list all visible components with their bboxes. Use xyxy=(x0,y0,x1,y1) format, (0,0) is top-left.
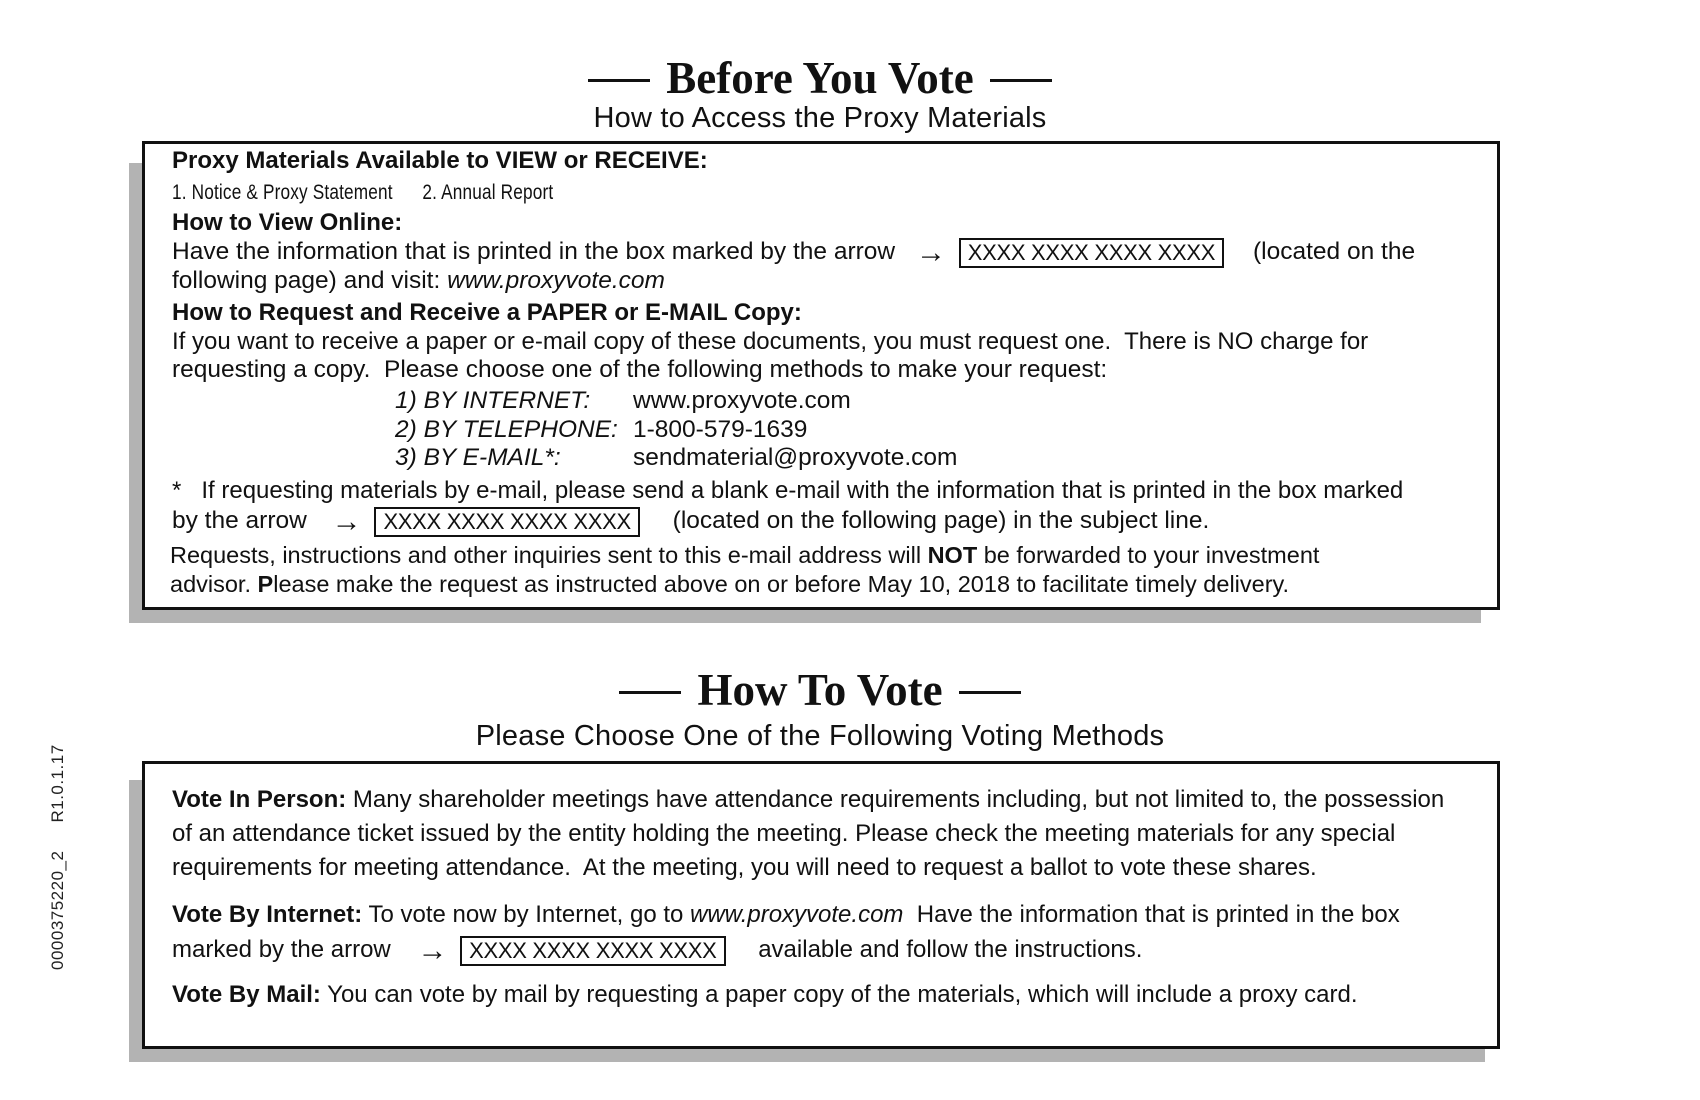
requests-notice-2: advisor. Please make the request as inst… xyxy=(170,569,1289,599)
request-text-2: requesting a copy. Please choose one of … xyxy=(172,356,1108,383)
materials-heading: Proxy Materials Available to VIEW or REC… xyxy=(172,147,708,174)
vote-by-internet-label: Vote By Internet: xyxy=(172,901,363,928)
revision-number: R1.0.1.17 xyxy=(48,744,67,823)
vote-by-internet-line-1: Vote By Internet: To vote now by Interne… xyxy=(172,900,1400,930)
vote-in-person-line-1: Vote In Person: Many shareholder meeting… xyxy=(172,785,1444,815)
title-rule-right xyxy=(989,79,1052,83)
view-online-text: Have the information that is printed in … xyxy=(172,238,896,265)
before-you-vote-subtitle: How to Access the Proxy Materials xyxy=(593,102,1047,134)
title-rule-left xyxy=(588,79,651,83)
arrow-right-icon: → xyxy=(915,235,946,269)
title-rule-right xyxy=(958,691,1021,695)
vote-by-internet-line-2: marked by the arrow → XXXX XXXX XXXX XXX… xyxy=(172,935,1142,966)
control-number-box: XXXX XXXX XXXX XXXX xyxy=(958,237,1225,268)
title-rule-left xyxy=(619,691,682,695)
control-number-box: XXXX XXXX XXXX XXXX xyxy=(460,935,726,966)
requests-text: P xyxy=(257,571,274,597)
not-emphasis: NOT xyxy=(927,542,978,568)
request-method-telephone: 2) BY TELEPHONE: 1-800-579-1639 xyxy=(0,415,1400,445)
proxyvote-link[interactable]: www.proxyvote.com xyxy=(690,901,903,928)
view-online-heading: How to View Online: xyxy=(172,209,403,236)
request-text-1: If you want to receive a paper or e-mail… xyxy=(172,328,1369,355)
request-deadline: May 10, 2018 xyxy=(867,571,1011,597)
side-job-code: 0000375220_2 R1.0.1.17 xyxy=(48,744,78,970)
how-to-vote-subtitle: Please Choose One of the Following Votin… xyxy=(475,720,1165,752)
email-note-1: * If requesting materials by e-mail, ple… xyxy=(172,477,1404,504)
method-label: 3) BY E-MAIL*: xyxy=(395,444,561,471)
proxyvote-link[interactable]: www.proxyvote.com xyxy=(447,267,665,294)
requests-text: Requests, instructions and other inquiri… xyxy=(170,542,928,568)
method-value-phone: 1-800-579-1639 xyxy=(633,416,808,443)
view-online-line-2: following page) and visit: www.proxyvote… xyxy=(172,266,665,296)
title-text: Before You Vote xyxy=(666,53,974,103)
vote-by-mail-text: You can vote by mail by requesting a pap… xyxy=(320,981,1358,1008)
marked-by-arrow-text: marked by the arrow xyxy=(172,936,391,963)
arrow-right-icon: → xyxy=(417,933,448,967)
vote-by-internet-text: Have the information that is printed in … xyxy=(903,901,1400,928)
before-you-vote-title: Before You Vote xyxy=(0,50,1640,106)
vote-by-mail-label: Vote By Mail: xyxy=(172,981,321,1008)
available-text: available and follow the instructions. xyxy=(758,936,1143,963)
requests-notice-1: Requests, instructions and other inquiri… xyxy=(170,540,1319,570)
vote-in-person-line-3: requirements for meeting attendance. At … xyxy=(172,854,1317,881)
method-label: 1) BY INTERNET: xyxy=(395,387,591,414)
vote-by-mail-line: Vote By Mail: You can vote by mail by re… xyxy=(172,980,1357,1010)
how-to-vote-title: How To Vote xyxy=(0,662,1640,718)
view-online-line-1: Have the information that is printed in … xyxy=(172,237,1415,268)
email-note-2: by the arrow → XXXX XXXX XXXX XXXX (loca… xyxy=(172,506,1209,537)
request-heading: How to Request and Receive a PAPER or E-… xyxy=(172,299,802,326)
view-online-visit: following page) and visit: xyxy=(172,267,448,294)
requests-text: to facilitate timely delivery. xyxy=(1010,571,1290,597)
request-method-email: 3) BY E-MAIL*: sendmaterial@proxyvote.co… xyxy=(0,443,1400,473)
email-note-arrow-text: by the arrow xyxy=(172,507,307,534)
title-text: How To Vote xyxy=(697,665,943,715)
vote-by-internet-text: To vote now by Internet, go to xyxy=(362,901,691,928)
arrow-right-icon: → xyxy=(331,504,362,538)
requests-text: be forwarded to your investment xyxy=(977,542,1320,568)
requests-text: advisor. xyxy=(170,571,258,597)
method-value-url[interactable]: www.proxyvote.com xyxy=(633,386,851,416)
request-method-internet: 1) BY INTERNET: www.proxyvote.com xyxy=(0,386,1400,416)
email-note-located: (located on the following page) in the s… xyxy=(672,507,1210,534)
view-online-located: (located on the xyxy=(1252,238,1416,265)
job-number: 0000375220_2 xyxy=(48,850,67,970)
materials-list: 1. Notice & Proxy Statement 2. Annual Re… xyxy=(172,181,554,204)
method-value-email[interactable]: sendmaterial@proxyvote.com xyxy=(633,443,957,473)
vote-in-person-label: Vote In Person: xyxy=(172,786,347,813)
vote-in-person-line-2: of an attendance ticket issued by the en… xyxy=(172,820,1396,847)
control-number-box: XXXX XXXX XXXX XXXX xyxy=(374,506,640,537)
vote-in-person-text: Many shareholder meetings have attendanc… xyxy=(346,786,1445,813)
method-label: 2) BY TELEPHONE: xyxy=(395,416,618,443)
requests-text: lease make the request as instructed abo… xyxy=(273,571,868,597)
